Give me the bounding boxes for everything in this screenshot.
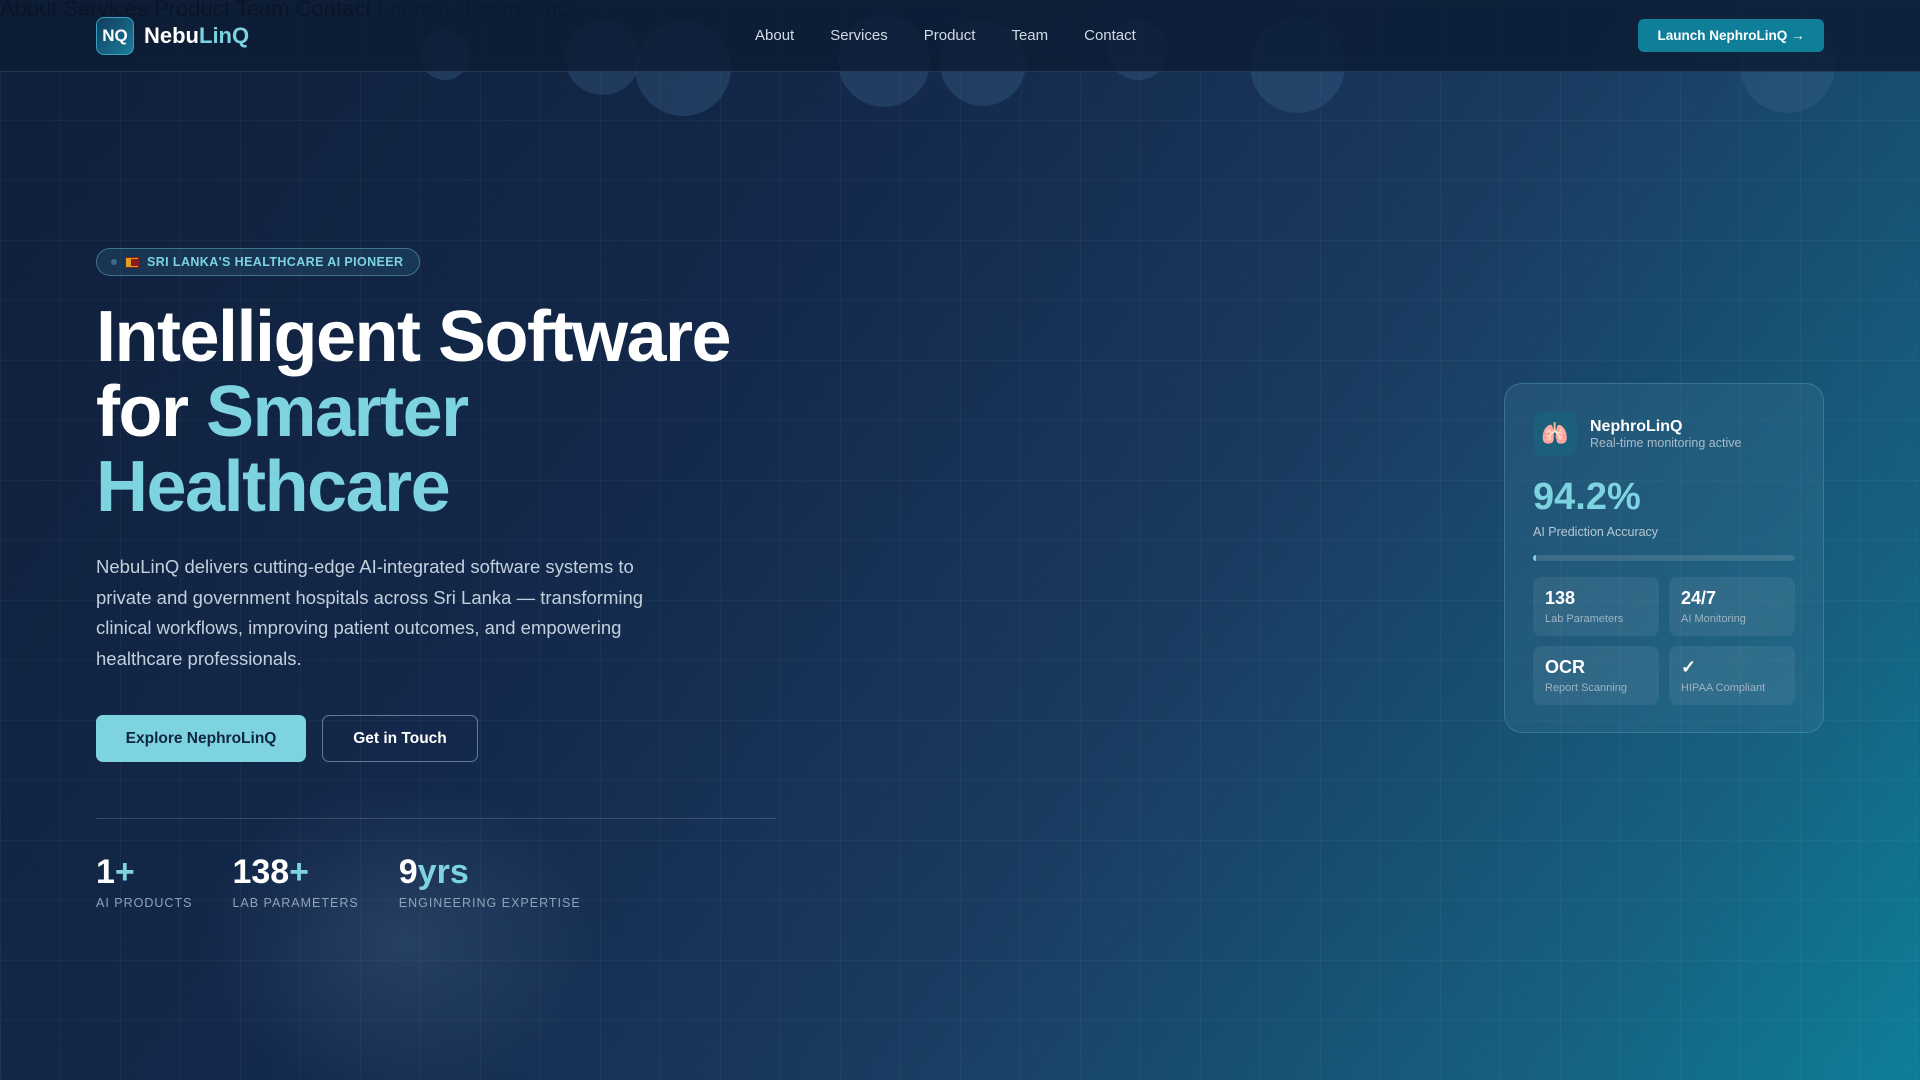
stat-suffix: yrs bbox=[417, 853, 469, 891]
tile-hipaa-compliant: ✓ HIPAA Compliant bbox=[1669, 646, 1795, 705]
logo-mark[interactable]: NQ bbox=[96, 17, 134, 55]
tile-lab-parameters: 138 Lab Parameters bbox=[1533, 577, 1659, 636]
stray-link: Launch NephroLinQ → bbox=[377, 0, 603, 21]
tile-value: 24/7 bbox=[1681, 588, 1717, 608]
stat-engineering-expertise: 9yrs ENGINEERING EXPERTISE bbox=[399, 853, 581, 910]
brand-name[interactable]: NebuLinQ bbox=[144, 23, 249, 49]
brand-part2: LinQ bbox=[199, 23, 250, 48]
nav-link-about[interactable]: About bbox=[755, 27, 794, 44]
stat-label: LAB PARAMETERS bbox=[232, 896, 359, 910]
get-in-touch-button[interactable]: Get in Touch bbox=[322, 715, 478, 762]
progress-fill bbox=[1533, 555, 1536, 561]
tile-label: AI Monitoring bbox=[1681, 613, 1746, 625]
accuracy-value: 94.2% bbox=[1533, 476, 1641, 518]
background-glow bbox=[200, 780, 600, 1080]
stat-suffix: + bbox=[289, 853, 310, 891]
accuracy-label: AI Prediction Accuracy bbox=[1533, 525, 1659, 539]
nav-link-services[interactable]: Services bbox=[830, 27, 888, 44]
sri-lanka-flag-icon bbox=[125, 256, 139, 268]
hero-badge: SRI LANKA'S HEALTHCARE AI PIONEER bbox=[96, 248, 421, 276]
stat-value: 1 bbox=[96, 853, 115, 891]
title-accent2: Healthcare bbox=[96, 447, 451, 527]
brand-part1: Nebu bbox=[144, 23, 199, 48]
unstyled-nav-text: About Services Product Team Contact Launch Ne… bbox=[0, 0, 608, 22]
stat-suffix: + bbox=[114, 853, 135, 891]
check-icon: ✓ bbox=[1681, 657, 1697, 677]
tile-value: OCR bbox=[1545, 657, 1585, 677]
nav-link-product[interactable]: Product bbox=[924, 27, 976, 44]
title-line1: Intelligent Software bbox=[96, 297, 732, 377]
stat-label: ENGINEERING EXPERTISE bbox=[398, 896, 581, 910]
title-accent1: Smarter bbox=[205, 372, 469, 452]
nav-link-contact[interactable]: Contact bbox=[1084, 27, 1136, 44]
stray-link: About bbox=[0, 0, 58, 21]
title-for: for bbox=[96, 372, 206, 452]
nav-link-team[interactable]: Team bbox=[1011, 27, 1048, 44]
launch-nephrolinq-button[interactable]: Launch NephroLinQ → bbox=[1638, 19, 1824, 52]
stray-link: Product bbox=[153, 0, 230, 21]
stat-value: 9 bbox=[398, 853, 418, 891]
divider bbox=[96, 818, 776, 819]
tile-report-scanning: OCR Report Scanning bbox=[1533, 646, 1659, 705]
hero-stats: 1+ AI PRODUCTS 138+ LAB PARAMETERS 9yrs ENG… bbox=[96, 853, 581, 910]
stray-link: Contact bbox=[295, 0, 372, 21]
hero-title: Intelligent Software for Smarter Healthc… bbox=[96, 297, 732, 527]
lungs-icon: 🫁 bbox=[1533, 412, 1577, 456]
stray-link: Team bbox=[235, 0, 290, 21]
nephrolinq-preview-card: 🫁 NephroLinQ Real-time monitoring active … bbox=[1504, 383, 1824, 733]
stat-ai-products: 1+ AI PRODUCTS bbox=[96, 853, 192, 910]
tile-value: 138 bbox=[1545, 588, 1576, 608]
hero-description: NebuLinQ delivers cutting-edge AI-integr… bbox=[96, 556, 644, 669]
badge-text: SRI LANKA'S HEALTHCARE AI PIONEER bbox=[147, 255, 404, 269]
stat-label: AI PRODUCTS bbox=[96, 896, 193, 910]
tile-ai-monitoring: 24/7 AI Monitoring bbox=[1669, 577, 1795, 636]
stray-link: Services bbox=[63, 0, 148, 21]
tile-label: Report Scanning bbox=[1545, 682, 1627, 694]
card-title: NephroLinQ bbox=[1590, 418, 1683, 435]
stat-lab-parameters: 138+ LAB PARAMETERS bbox=[232, 853, 358, 910]
tile-label: HIPAA Compliant bbox=[1681, 682, 1766, 694]
card-subtitle: Real-time monitoring active bbox=[1590, 436, 1742, 450]
tile-label: Lab Parameters bbox=[1545, 613, 1624, 625]
nav-links: About Services Product Team Contact bbox=[755, 27, 1136, 44]
pulse-dot-icon bbox=[111, 259, 117, 265]
stat-value: 138 bbox=[232, 853, 290, 891]
accuracy-progress-bar bbox=[1533, 555, 1795, 561]
explore-nephrolinq-button[interactable]: Explore NephroLinQ bbox=[96, 715, 306, 762]
